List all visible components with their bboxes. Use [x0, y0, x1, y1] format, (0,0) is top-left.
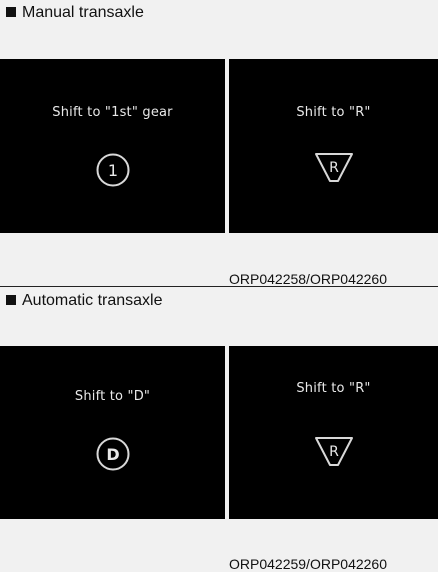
reverse-triangle-icon: R: [314, 153, 353, 182]
bullet-square-icon: [6, 7, 16, 17]
manual-heading-text: Manual transaxle: [22, 4, 144, 21]
gear-symbol-text: 1: [107, 161, 117, 180]
manual-heading: Manual transaxle: [6, 4, 144, 22]
circle-gear-icon: D: [96, 437, 129, 471]
gear-symbol-text: R: [329, 444, 339, 460]
panel-message: Shift to "R": [296, 105, 371, 120]
bullet-square-icon: [6, 295, 16, 305]
cluster-panel-auto-drive: Shift to "D" D: [0, 346, 225, 519]
circle-gear-icon: 1: [96, 153, 129, 187]
panel-message: Shift to "R": [296, 381, 371, 396]
section-divider: [0, 286, 438, 287]
reverse-triangle-icon: R: [314, 437, 353, 466]
figure-code-automatic: ORP042259/ORP042260: [229, 556, 387, 572]
cluster-panel-auto-reverse: Shift to "R" R: [229, 346, 438, 519]
cluster-panel-manual-1st: Shift to "1st" gear 1: [0, 59, 225, 233]
automatic-heading-text: Automatic transaxle: [22, 292, 163, 309]
gear-symbol-text: D: [106, 445, 119, 464]
panel-message: Shift to "D": [74, 389, 151, 404]
panel-message: Shift to "1st" gear: [52, 105, 173, 120]
automatic-heading: Automatic transaxle: [6, 292, 163, 310]
gear-symbol-text: R: [329, 160, 339, 176]
figure-code-manual: ORP042258/ORP042260: [229, 271, 387, 287]
cluster-panel-manual-reverse: Shift to "R" R: [229, 59, 438, 233]
